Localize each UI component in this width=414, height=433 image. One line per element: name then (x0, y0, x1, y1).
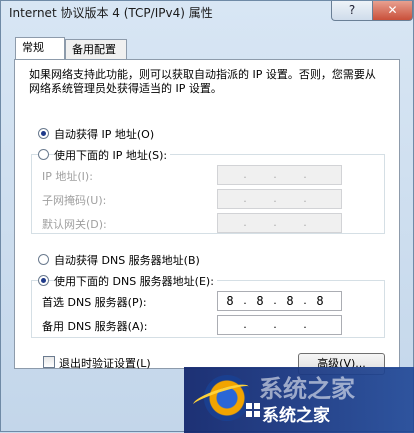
octet: 8 (316, 294, 324, 308)
manual-ip-label[interactable]: 使用下面的 IP 地址(S): (54, 147, 171, 163)
subnet-mask-input[interactable]: . . . (217, 189, 342, 209)
validate-on-exit-checkbox[interactable] (43, 356, 55, 368)
octet: 8 (226, 294, 234, 308)
tab-alternate-config[interactable]: 备用配置 (65, 39, 127, 59)
auto-dns-radio[interactable] (38, 254, 49, 265)
watermark-back-text: 系统之家 (259, 375, 355, 403)
default-gateway-label: 默认网关(D): (42, 218, 107, 231)
close-button[interactable]: ✕ (372, 1, 413, 21)
auto-dns-label[interactable]: 自动获得 DNS 服务器地址(B) (54, 252, 200, 268)
alternate-dns-input[interactable]: . . . (217, 315, 342, 335)
manual-ip-radio[interactable] (38, 149, 49, 160)
manual-dns-label[interactable]: 使用下面的 DNS 服务器地址(E): (54, 273, 217, 289)
manual-dns-radio[interactable] (38, 275, 49, 286)
auto-ip-radio[interactable] (38, 128, 49, 139)
help-button[interactable]: ? (331, 1, 373, 21)
ip-address-input[interactable]: . . . (217, 165, 342, 185)
default-gateway-input[interactable]: . . . (217, 213, 342, 233)
validate-on-exit-label[interactable]: 退出时验证设置(L) (59, 355, 151, 371)
preferred-dns-input[interactable]: 8. 8. 8. 8 (217, 291, 342, 311)
octet: 8 (286, 294, 294, 308)
dialog-title: Internet 协议版本 4 (TCP/IPv4) 属性 (9, 6, 213, 20)
windows-flag-icon (246, 403, 260, 417)
ip-address-label: IP 地址(I): (42, 170, 93, 183)
site-watermark: 系统之家 系统之家 (184, 367, 414, 433)
tcpip-properties-dialog: Internet 协议版本 4 (TCP/IPv4) 属性 ? ✕ 常规 备用配… (0, 0, 414, 433)
subnet-mask-label: 子网掩码(U): (42, 194, 107, 207)
alternate-dns-label: 备用 DNS 服务器(A): (42, 320, 148, 333)
description-text: 如果网络支持此功能，则可以获取自动指派的 IP 设置。否则，您需要从网络系统管理… (29, 68, 376, 95)
auto-ip-label[interactable]: 自动获得 IP 地址(O) (54, 126, 154, 142)
octet: 8 (256, 294, 264, 308)
watermark-text: 系统之家 (262, 406, 330, 426)
tab-general[interactable]: 常规 (15, 37, 65, 59)
preferred-dns-label: 首选 DNS 服务器(P): (42, 296, 147, 309)
